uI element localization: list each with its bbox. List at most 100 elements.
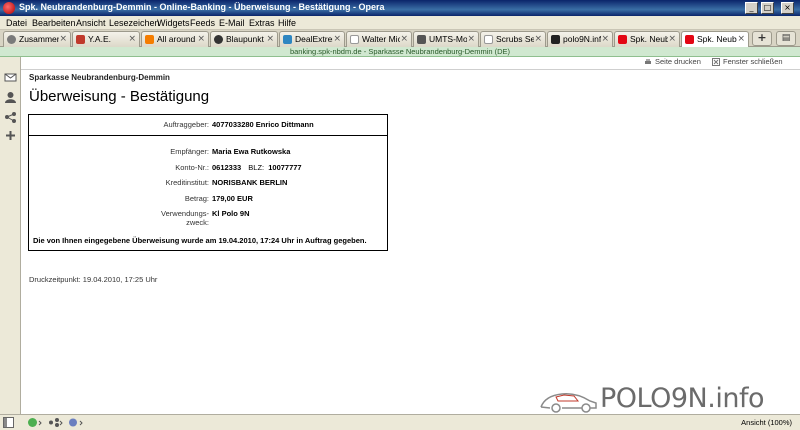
tab-label: Spk. Neub... [697, 34, 737, 44]
close-tab-icon[interactable]: × [668, 34, 676, 44]
panel-toggle-icon[interactable] [3, 417, 14, 428]
close-tab-icon[interactable]: × [737, 34, 745, 44]
betrag-value: 179,00 EUR [212, 194, 253, 203]
empfaenger-value: Maria Ewa Rutkowska [212, 147, 291, 156]
zweck-label-line1: Verwendungs- [161, 209, 209, 218]
page-actions: Seite drucken Fenster schließen [644, 57, 794, 69]
tab-label: UMTS-Mo... [429, 34, 467, 44]
transfer-summary-box: Auftraggeber: 4077033280 Enrico Dittmann… [28, 114, 388, 251]
close-tab-icon[interactable]: × [197, 34, 205, 44]
polo-icon [551, 35, 560, 44]
address-text: banking.spk-nbdm.de - Sparkasse Neubrand… [289, 47, 511, 56]
close-tab-icon[interactable]: × [467, 34, 475, 44]
print-page-link[interactable]: Seite drucken [655, 57, 701, 66]
bank-name: Sparkasse Neubrandenburg-Demmin [29, 73, 170, 82]
page-icon [350, 35, 359, 44]
maximize-button[interactable]: □ [761, 2, 774, 14]
panel-sidebar [0, 57, 21, 414]
betrag-label: Betrag: [184, 194, 209, 203]
konto-number: 0612333 [212, 163, 242, 172]
divider [21, 69, 800, 70]
close-tab-icon[interactable]: × [400, 34, 408, 44]
window-title: Spk. Neubrandenburg-Demmin - Online-Bank… [19, 2, 385, 12]
tab-walter[interactable]: Walter Mic... × [346, 31, 412, 47]
menu-ansicht[interactable]: Ansicht [76, 18, 106, 28]
tab-umts[interactable]: UMTS-Mo... × [413, 31, 479, 47]
close-tab-icon[interactable]: × [333, 34, 341, 44]
close-tab-icon[interactable]: × [128, 34, 136, 44]
tab-scrubs[interactable]: Scrubs Se... × [480, 31, 546, 47]
tab-zusammen[interactable]: Zusammen... × [3, 31, 71, 47]
tab-label: DealExtrem... [295, 34, 333, 44]
tab-label: Blaupunkt ... [226, 34, 266, 44]
sparkasse-icon [685, 35, 694, 44]
tab-label: Spk. Neub... [630, 34, 668, 44]
menu-bearbeiten[interactable]: Bearbeiten [32, 18, 76, 28]
tab-dealextreme[interactable]: DealExtrem... × [279, 31, 345, 47]
tab-sparkasse-1[interactable]: Spk. Neub... × [614, 31, 680, 47]
unite-icon[interactable] [27, 417, 43, 428]
polo9n-watermark: POLO9N.info [538, 383, 800, 415]
address-bar[interactable]: banking.spk-nbdm.de - Sparkasse Neubrand… [0, 47, 800, 57]
blaupunkt-icon [214, 35, 223, 44]
menu-widgets[interactable]: Widgets [157, 18, 190, 28]
close-button[interactable]: × [781, 2, 794, 14]
konto-value: 0612333 BLZ: 10077777 [212, 163, 302, 172]
opera-icon [3, 2, 15, 14]
tab-sparkasse-active[interactable]: Spk. Neub... × [681, 31, 749, 48]
blz-label: BLZ: [248, 163, 265, 172]
print-timestamp: Druckzeitpunkt: 19.04.2010, 17:25 Uhr [29, 275, 158, 284]
minimize-button[interactable]: _ [745, 2, 758, 14]
title-bar: Spk. Neubrandenburg-Demmin - Online-Bank… [0, 0, 800, 16]
printer-icon [645, 59, 651, 64]
konto-label: Konto-Nr.: [175, 163, 209, 172]
tab-yae[interactable]: Y.A.E. × [72, 31, 140, 47]
menu-bar: Datei Bearbeiten Ansicht Lesezeichen Wid… [0, 16, 800, 30]
close-window-icon [712, 58, 720, 66]
tab-label: polo9N.inf... [563, 34, 601, 44]
mail-icon[interactable] [4, 71, 17, 84]
tab-label: All around t... [157, 34, 197, 44]
new-tab-button[interactable]: + [752, 31, 772, 46]
tab-label: Y.A.E. [88, 34, 111, 44]
menu-hilfe[interactable]: Hilfe [278, 18, 296, 28]
tab-all-around[interactable]: All around t... × [141, 31, 209, 47]
close-tab-icon[interactable]: × [534, 34, 542, 44]
tab-bar: Zusammen... × Y.A.E. × All around t... ×… [0, 30, 800, 48]
menu-lesezeichen[interactable]: Lesezeichen [109, 18, 160, 28]
turbo-icon[interactable] [68, 417, 84, 428]
tab-blaupunkt[interactable]: Blaupunkt ... × [210, 31, 278, 47]
transfer-status-icon[interactable] [48, 417, 64, 428]
zweck-value: Kl Polo 9N [212, 209, 250, 218]
contacts-icon[interactable] [4, 91, 17, 104]
institut-value: NORISBANK BERLIN [212, 178, 288, 187]
dx-icon [283, 35, 292, 44]
close-window-link[interactable]: Fenster schließen [723, 57, 783, 66]
page-title: Überweisung - Bestätigung [29, 88, 210, 105]
divider [29, 135, 387, 136]
zoom-level[interactable]: Ansicht (100%) [741, 418, 792, 427]
tab-polo9n[interactable]: polo9N.inf... × [547, 31, 613, 47]
menu-email[interactable]: E-Mail [219, 18, 245, 28]
page-content: Seite drucken Fenster schließen Sparkass… [21, 57, 800, 414]
yae-icon [76, 35, 85, 44]
tab-label: Zusammen... [19, 34, 59, 44]
umts-icon [417, 35, 426, 44]
close-tab-icon[interactable]: × [266, 34, 274, 44]
auftraggeber-value: 4077033280 Enrico Dittmann [212, 120, 314, 129]
confirmation-message: Die von Ihnen eingegebene Überweisung wu… [33, 236, 367, 245]
menu-feeds[interactable]: Feeds [190, 18, 215, 28]
menu-extras[interactable]: Extras [249, 18, 275, 28]
status-bar: Ansicht (100%) [0, 414, 800, 430]
car-logo-icon [540, 393, 597, 413]
blogger-icon [145, 35, 154, 44]
transfers-icon[interactable] [4, 111, 17, 124]
sparkasse-icon [618, 35, 627, 44]
empfaenger-label: Empfänger: [170, 147, 209, 156]
close-tab-icon[interactable]: × [601, 34, 609, 44]
add-panel-icon[interactable] [4, 129, 17, 142]
tab-menu-button[interactable]: ▤ [776, 31, 796, 46]
page-icon [484, 35, 493, 44]
close-tab-icon[interactable]: × [59, 34, 67, 44]
menu-datei[interactable]: Datei [6, 18, 27, 28]
